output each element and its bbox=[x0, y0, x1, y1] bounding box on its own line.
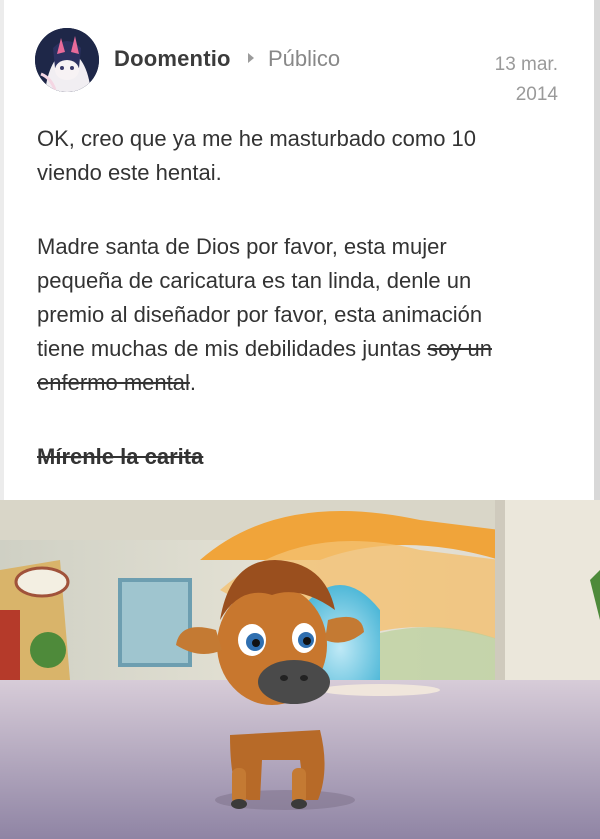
post-date[interactable]: 13 mar. 2014 bbox=[495, 50, 558, 110]
attached-image[interactable] bbox=[0, 500, 600, 839]
avatar-image bbox=[35, 28, 99, 92]
avatar[interactable] bbox=[35, 28, 99, 92]
post-date-year: 2014 bbox=[515, 84, 558, 105]
text-line: enfermo mental. bbox=[37, 366, 557, 400]
text-line: Madre santa de Dios por favor, esta muje… bbox=[37, 234, 447, 259]
post-paragraph-3: Mírenle la carita bbox=[37, 440, 557, 474]
text-strikethrough: soy un bbox=[427, 336, 492, 361]
text-line: tiene muchas de mis debilidades juntas s… bbox=[37, 332, 557, 366]
text-plain: tiene muchas de mis debilidades juntas bbox=[37, 336, 428, 361]
text-line: pequeña de caricatura es tan linda, denl… bbox=[37, 268, 472, 293]
author-name[interactable]: Doomentio bbox=[114, 46, 231, 72]
post-date-day: 13 mar. bbox=[494, 54, 558, 75]
post-card: Doomentio Público 13 mar. 2014 OK, creo … bbox=[0, 0, 600, 500]
text-line: premio al diseñador por favor, esta anim… bbox=[37, 302, 483, 327]
chevron-right-icon bbox=[248, 53, 254, 63]
text-line: viendo este hentai. bbox=[37, 160, 222, 185]
post-paragraph-1: OK, creo que ya me he masturbado como 10… bbox=[37, 122, 557, 190]
post-paragraph-2: Madre santa de Dios por favor, esta muje… bbox=[37, 230, 557, 400]
text-line: OK, creo que ya me he masturbado como 10 bbox=[37, 126, 477, 151]
visibility-label[interactable]: Público bbox=[268, 46, 340, 72]
cartoon-calf-scene bbox=[0, 500, 600, 839]
text-plain: . bbox=[189, 370, 196, 395]
text-strikethrough: enfermo mental bbox=[37, 370, 190, 395]
text-strikethrough: Mírenle la carita bbox=[37, 444, 204, 469]
